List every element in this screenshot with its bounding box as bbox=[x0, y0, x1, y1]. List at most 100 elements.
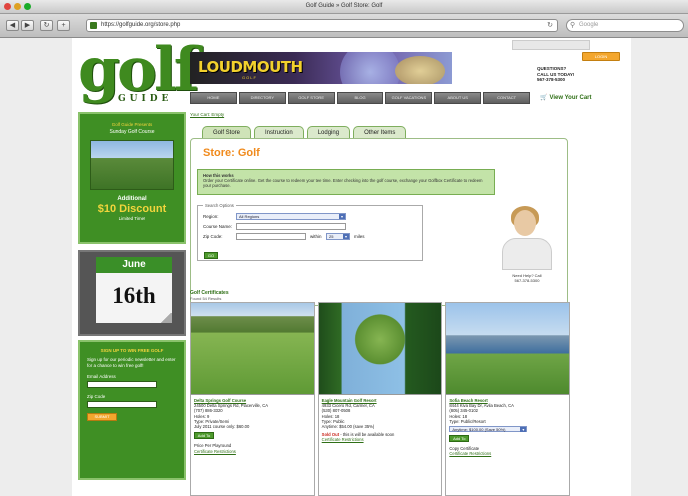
contact-line: 567-378-5300 bbox=[537, 77, 566, 82]
region-value: All Regions bbox=[239, 214, 260, 219]
promo-additional: Additional bbox=[117, 196, 147, 202]
promo-course-photo bbox=[90, 140, 174, 190]
help-agent: Need Help? Call 567-378-5300 bbox=[496, 204, 558, 283]
site-favicon-icon bbox=[90, 22, 97, 29]
discount-promo[interactable]: Golf Guide Presents Sunday Golf Course A… bbox=[78, 112, 186, 244]
cart-label: View Your Cart bbox=[549, 95, 592, 101]
course-photo[interactable] bbox=[191, 303, 314, 395]
contact-info: QUESTIONS? CALL US TODAY! 567-378-5300 bbox=[537, 66, 617, 83]
price-option-select[interactable]: Anytime: $100.00 (Save 50%) ▾ bbox=[449, 426, 528, 433]
list-item: Eagle Mountain Golf Resort 4933 Cicero R… bbox=[317, 302, 443, 496]
newsletter-signup: SIGN UP TO WIN FREE GOLF Sign up for our… bbox=[78, 340, 186, 480]
card-info: Eagle Mountain Golf Resort 4933 Cicero R… bbox=[319, 395, 442, 446]
web-page: golf GUIDE LOUDMOUTH GOLF LOGIN QUESTION… bbox=[72, 38, 631, 496]
refresh-icon[interactable]: ↻ bbox=[547, 20, 553, 31]
window-titlebar: Golf Guide » Golf Store: Golf bbox=[0, 0, 688, 14]
chevron-down-icon: ▾ bbox=[339, 214, 345, 219]
date-calendar-widget: June 16th bbox=[78, 250, 186, 336]
main-nav: HOME DIRECTORY GOLF STORE BLOG GOLF VACA… bbox=[190, 92, 531, 104]
search-field[interactable]: ⚲ Google bbox=[566, 19, 684, 32]
agent-caption-line: 567-378-5300 bbox=[514, 278, 540, 283]
search-legend: Search Options bbox=[203, 203, 236, 208]
course-price: Anytime: $100.00 (Save 50%) bbox=[452, 427, 506, 433]
chevron-down-icon: ▾ bbox=[520, 427, 527, 433]
region-label: Region: bbox=[203, 214, 219, 219]
course-price: Anytime: $54.00 (save 35%) bbox=[321, 424, 375, 430]
address-url: https://golfguide.org/store.php bbox=[101, 22, 181, 28]
region-select[interactable]: All Regions ▾ bbox=[236, 213, 346, 220]
golf-guide-logo[interactable]: golf GUIDE bbox=[78, 38, 200, 112]
zip-code-label: Zip Code: bbox=[203, 234, 223, 239]
page-title: Store: Golf bbox=[203, 147, 260, 159]
signup-body: Sign up for our periodic newsletter and … bbox=[87, 357, 176, 368]
nav-item-blog[interactable]: BLOG bbox=[336, 92, 384, 104]
nav-item-golf-store[interactable]: GOLF STORE bbox=[287, 92, 335, 104]
address-bar[interactable]: https://golfguide.org/store.php ↻ bbox=[86, 19, 558, 32]
restrictions-link[interactable]: Certificate Restrictions bbox=[322, 437, 439, 442]
course-type: Type: Public/Resort bbox=[449, 418, 486, 424]
nav-item-directory[interactable]: DIRECTORY bbox=[238, 92, 286, 104]
restrictions-link[interactable]: Certificate Restrictions bbox=[194, 449, 311, 454]
search-icon: ⚲ bbox=[570, 22, 576, 29]
agent-face bbox=[514, 210, 536, 236]
add-to-cart-button[interactable]: Add To Cart bbox=[194, 432, 214, 443]
promo-discount: $10 Discount bbox=[97, 203, 167, 215]
banner-graphic bbox=[340, 52, 400, 84]
forward-button[interactable]: ▶ bbox=[21, 20, 34, 31]
promo-course: Sunday Golf Course bbox=[109, 129, 155, 135]
distance-value: 25 bbox=[329, 234, 334, 239]
email-field[interactable] bbox=[87, 381, 157, 388]
chevron-down-icon: ▾ bbox=[343, 234, 349, 239]
agent-body bbox=[502, 238, 552, 270]
banner-subtitle: GOLF bbox=[242, 75, 257, 80]
info-body: Order your Certificate online. Get the c… bbox=[203, 178, 483, 189]
nav-item-home[interactable]: HOME bbox=[190, 92, 237, 104]
card-info: Delta Springs Golf Course 24500 Delta Sp… bbox=[191, 395, 314, 457]
list-item: Delta Springs Golf Course 24500 Delta Sp… bbox=[190, 302, 315, 496]
back-button[interactable]: ◀ bbox=[6, 20, 19, 31]
cart-status-link[interactable]: Your Cart: Empty bbox=[190, 112, 224, 117]
calendar-month: June bbox=[96, 257, 172, 273]
search-placeholder: Google bbox=[579, 22, 599, 28]
distance-select[interactable]: 25 ▾ bbox=[326, 233, 350, 240]
loudmouth-ad-banner[interactable]: LOUDMOUTH GOLF bbox=[190, 52, 452, 84]
zip-field[interactable] bbox=[87, 401, 157, 408]
add-bookmark-button[interactable]: + bbox=[57, 20, 70, 31]
card-info: Sofia Beach Resort 8444 Kiva Bay Dr, Avi… bbox=[446, 395, 569, 460]
how-it-works-box: How this works Order your Certificate on… bbox=[197, 169, 495, 195]
results-count: Found 54 Results bbox=[190, 296, 222, 301]
page-curl bbox=[160, 313, 172, 323]
signup-submit-button[interactable]: SUBMIT bbox=[87, 413, 117, 421]
reload-button[interactable]: ↻ bbox=[40, 20, 53, 31]
email-label: Email Address bbox=[87, 374, 116, 379]
add-to-cart-button[interactable]: Add To Cart bbox=[449, 435, 470, 446]
agent-caption: Need Help? Call 567-378-5300 bbox=[496, 273, 558, 283]
course-name-input[interactable] bbox=[236, 223, 346, 230]
banner-graphic-2 bbox=[395, 56, 445, 84]
nav-item-about-us[interactable]: ABOUT US bbox=[434, 92, 482, 104]
zip-label: Zip Code bbox=[87, 394, 106, 399]
restrictions-link[interactable]: Certificate Restrictions bbox=[449, 451, 566, 456]
promo-note: Limited Time! bbox=[118, 216, 146, 221]
logo-word: golf bbox=[78, 38, 200, 105]
course-price: July 2011 course only: $60.00 bbox=[194, 424, 250, 430]
nav-item-golf-vacations[interactable]: GOLF VACATIONS bbox=[385, 92, 433, 104]
miles-label: miles bbox=[354, 234, 365, 239]
view-cart-link[interactable]: 🛒 View Your Cart bbox=[540, 94, 592, 101]
course-label: Course Name: bbox=[203, 224, 233, 229]
promo-top: Golf Guide Presents bbox=[111, 122, 153, 127]
list-item: Sofia Beach Resort 8444 Kiva Bay Dr, Avi… bbox=[445, 302, 571, 496]
nav-item-contact[interactable]: CONTACT bbox=[483, 92, 531, 104]
top-strip bbox=[512, 40, 590, 50]
go-button[interactable]: GO bbox=[204, 252, 218, 259]
window-title: Golf Guide » Golf Store: Golf bbox=[305, 3, 383, 9]
signup-heading: SIGN UP TO WIN FREE GOLF bbox=[100, 348, 164, 353]
browser-toolbar: ◀ ▶ ↻ + https://golfguide.org/store.php … bbox=[0, 14, 688, 38]
browser-viewport: golf GUIDE LOUDMOUTH GOLF LOGIN QUESTION… bbox=[0, 38, 688, 496]
course-photo[interactable] bbox=[446, 303, 570, 395]
course-photo[interactable] bbox=[318, 303, 442, 395]
certificate-list: Delta Springs Golf Course 24500 Delta Sp… bbox=[190, 302, 571, 496]
within-label: within bbox=[310, 234, 322, 239]
login-button[interactable]: LOGIN bbox=[582, 52, 620, 61]
zip-code-input[interactable] bbox=[236, 233, 306, 240]
